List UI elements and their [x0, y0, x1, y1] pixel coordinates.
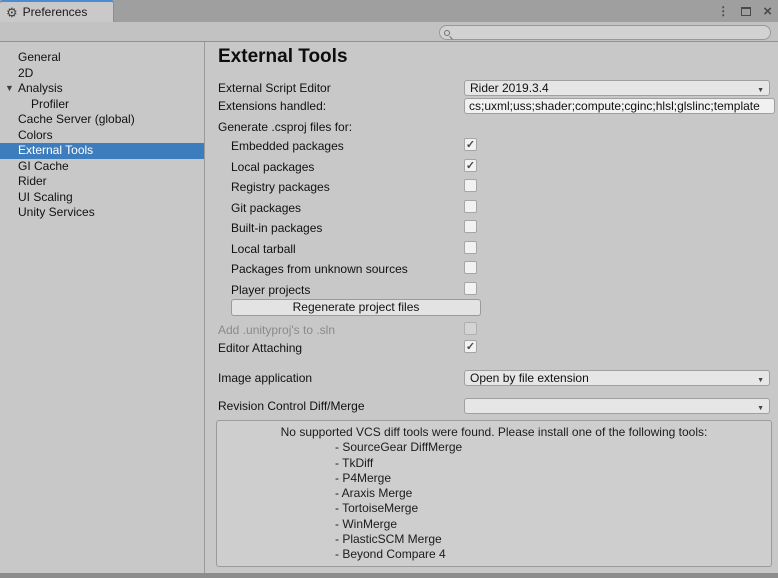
sidebar-item-label: Profiler — [31, 97, 69, 111]
checkbox-built-in-packages[interactable] — [464, 220, 477, 233]
extensions-label: Extensions handled: — [218, 99, 326, 113]
vcs-tool-item: - TkDiff — [217, 456, 771, 471]
sidebar-item-2d[interactable]: 2D — [0, 66, 204, 82]
sidebar-item-label: Analysis — [18, 81, 63, 95]
sidebar-item-label: External Tools — [18, 143, 93, 157]
gear-icon: ⚙ — [6, 6, 18, 19]
sidebar-item-label: Cache Server (global) — [18, 112, 135, 126]
regenerate-project-files-button[interactable]: Regenerate project files — [231, 299, 481, 316]
checkbox-embedded-packages[interactable]: ✓ — [464, 138, 477, 151]
sidebar-item-unity-services[interactable]: Unity Services — [0, 205, 204, 221]
sidebar-item-label: 2D — [18, 66, 33, 80]
vcs-tool-item: - Araxis Merge — [217, 486, 771, 501]
checkbox-packages-from-unknown-sources[interactable] — [464, 261, 477, 274]
csproj-option-row: Embedded packages ✓ — [205, 137, 778, 158]
sidebar-item-general[interactable]: General — [0, 50, 204, 66]
sidebar-item-rider[interactable]: Rider — [0, 174, 204, 190]
script-editor-label: External Script Editor — [218, 81, 331, 95]
maximize-icon[interactable] — [741, 7, 751, 16]
csproj-option-label: Packages from unknown sources — [231, 262, 408, 276]
csproj-option-label: Built-in packages — [231, 221, 322, 235]
checkbox-local-tarball[interactable] — [464, 241, 477, 254]
csproj-option-row: Packages from unknown sources — [205, 260, 778, 281]
editor-attaching-label: Editor Attaching — [218, 341, 302, 355]
csproj-option-label: Local tarball — [231, 242, 296, 256]
script-editor-value: Rider 2019.3.4 — [470, 81, 549, 95]
checkbox-git-packages[interactable] — [464, 200, 477, 213]
sidebar-item-label: Colors — [18, 128, 53, 142]
tab-title: Preferences — [23, 5, 88, 19]
search-box[interactable] — [439, 25, 771, 40]
image-application-dropdown[interactable]: Open by file extension ▼ — [464, 370, 770, 386]
search-row — [0, 22, 778, 42]
window-controls: ⋮ × — [717, 0, 772, 22]
extensions-value: cs;uxml;uss;shader;compute;cginc;hlsl;gl… — [469, 99, 760, 113]
sidebar-item-label: Rider — [18, 174, 47, 188]
vcs-tool-item: - PlasticSCM Merge — [217, 532, 771, 547]
checkbox-registry-packages[interactable] — [464, 179, 477, 192]
chevron-down-icon: ▼ — [757, 402, 764, 414]
vcs-tool-item: - Beyond Compare 4 — [217, 547, 771, 562]
image-application-value: Open by file extension — [470, 371, 589, 385]
sidebar-item-colors[interactable]: Colors — [0, 128, 204, 144]
external-tools-panel: External Tools External Script Editor Ri… — [205, 42, 778, 573]
kebab-menu-icon[interactable]: ⋮ — [717, 4, 729, 18]
sidebar-item-gi-cache[interactable]: GI Cache — [0, 159, 204, 175]
csproj-option-row: Local tarball — [205, 240, 778, 261]
page-title: External Tools — [218, 46, 348, 68]
csproj-option-label: Local packages — [231, 160, 314, 174]
vcs-notice-heading: No supported VCS diff tools were found. … — [217, 425, 771, 440]
search-input[interactable] — [450, 27, 770, 39]
sidebar-item-external-tools[interactable]: External Tools — [0, 143, 204, 159]
csproj-option-label: Git packages — [231, 201, 301, 215]
sidebar-item-analysis[interactable]: ▼ Analysis — [0, 81, 204, 97]
sidebar-item-label: GI Cache — [18, 159, 69, 173]
search-icon — [444, 30, 450, 36]
csproj-option-row: Registry packages — [205, 178, 778, 199]
checkbox-local-packages[interactable]: ✓ — [464, 159, 477, 172]
add-unityproj-label: Add .unityproj's to .sln — [218, 323, 335, 337]
vcs-tool-item: - SourceGear DiffMerge — [217, 440, 771, 455]
csproj-option-row: Git packages — [205, 199, 778, 220]
csproj-option-label: Player projects — [231, 283, 310, 297]
csproj-option-row: Player projects — [205, 281, 778, 302]
csproj-option-row: Local packages ✓ — [205, 158, 778, 179]
vcs-notice-box: No supported VCS diff tools were found. … — [216, 420, 772, 567]
vcs-tools-list: - SourceGear DiffMerge- TkDiff- P4Merge-… — [217, 440, 771, 562]
generate-csproj-label: Generate .csproj files for: — [218, 120, 352, 134]
image-application-label: Image application — [218, 371, 312, 385]
settings-category-list: General 2D ▼ Analysis ProfilerCache Server (… — [0, 42, 205, 573]
title-bar: ⚙ Preferences ⋮ × — [0, 0, 778, 22]
preferences-window: ⚙ Preferences ⋮ × General 2D ▼ Analysis Prof… — [0, 0, 778, 578]
sidebar-item-label: Unity Services — [18, 205, 95, 219]
sidebar-item-cache-server-global[interactable]: Cache Server (global) — [0, 112, 204, 128]
chevron-down-icon: ▼ — [757, 374, 764, 386]
chevron-down-icon: ▼ — [757, 84, 764, 96]
script-editor-dropdown[interactable]: Rider 2019.3.4 ▼ — [464, 80, 770, 96]
extensions-input[interactable]: cs;uxml;uss;shader;compute;cginc;hlsl;gl… — [464, 98, 775, 114]
close-icon[interactable]: × — [763, 4, 772, 19]
vcs-tool-item: - TortoiseMerge — [217, 501, 771, 516]
csproj-option-label: Registry packages — [231, 180, 330, 194]
vcs-tool-item: - P4Merge — [217, 471, 771, 486]
revision-control-dropdown[interactable]: ▼ — [464, 398, 770, 414]
sidebar-item-label: General — [18, 50, 61, 64]
sidebar-item-label: UI Scaling — [18, 190, 73, 204]
csproj-options-group: Embedded packages ✓ Local packages ✓ Registr… — [205, 137, 778, 301]
tab-preferences[interactable]: ⚙ Preferences — [0, 0, 114, 22]
editor-attaching-checkbox[interactable]: ✓ — [464, 340, 477, 353]
csproj-option-label: Embedded packages — [231, 139, 344, 153]
csproj-option-row: Built-in packages — [205, 219, 778, 240]
revision-control-label: Revision Control Diff/Merge — [218, 399, 365, 413]
sidebar-item-ui-scaling[interactable]: UI Scaling — [0, 190, 204, 206]
vcs-tool-item: - WinMerge — [217, 517, 771, 532]
window-bottom-edge — [0, 573, 778, 578]
sidebar-item-profiler[interactable]: Profiler — [0, 97, 204, 113]
add-unityproj-checkbox — [464, 322, 477, 335]
checkbox-player-projects[interactable] — [464, 282, 477, 295]
foldout-arrow-icon[interactable]: ▼ — [5, 81, 14, 97]
